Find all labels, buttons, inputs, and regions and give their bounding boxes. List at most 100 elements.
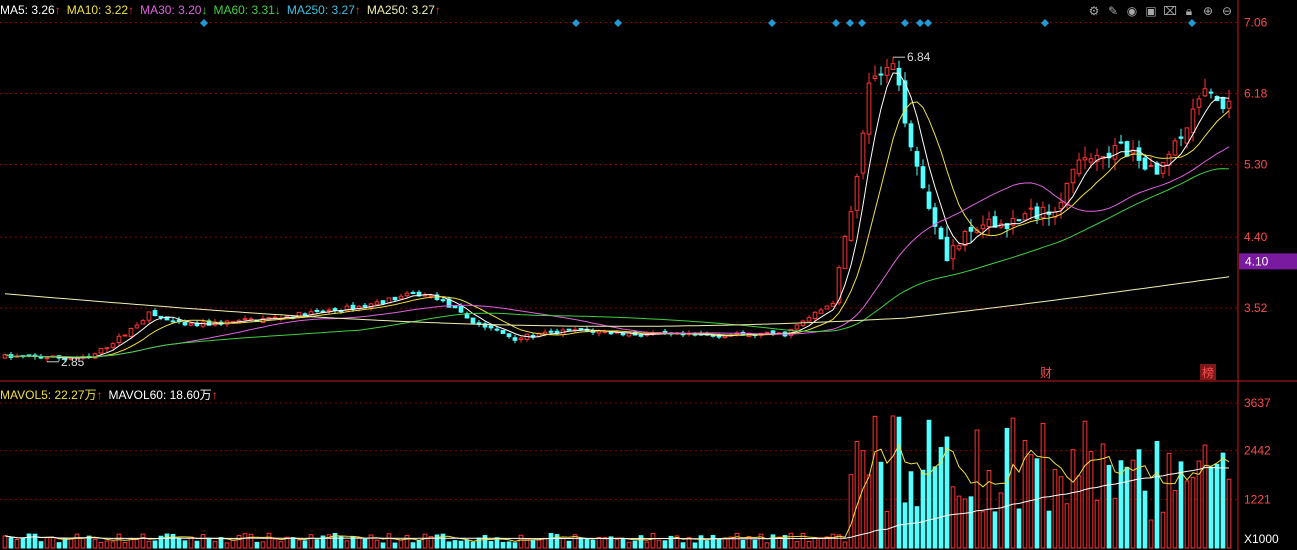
volume-bar [626,541,632,549]
candle-body [794,324,800,330]
volume-bar [152,540,158,549]
volume-bar [812,537,818,549]
candle-body [314,309,320,312]
lock-icon[interactable]: 🔒︎ [1181,3,1197,19]
volume-bar [56,542,62,549]
legend-item: MA5: 3.26↑ [0,3,61,17]
volume-bar [1124,466,1130,549]
candle-body [494,328,500,331]
volume-bar [416,540,422,549]
volume-bar [1010,417,1016,549]
high-price-label: 6.84 [907,50,931,64]
volume-bar [1106,464,1112,549]
candle-body [578,328,584,331]
volume-bar [926,419,932,549]
candle-body [992,216,998,228]
candle-body [722,335,728,339]
event-marker-diamond [846,19,854,27]
candle-body [968,226,974,232]
ma5-line [4,72,1230,359]
candle-body [1148,164,1154,167]
volume-bar [1034,458,1040,549]
volume-bar [344,540,350,549]
volume-bar [1088,451,1094,549]
candle-body [812,311,818,320]
volume-bar [20,538,26,549]
volume-bar [44,537,50,549]
volume-bar [818,537,824,549]
volume-bar [1094,499,1100,549]
volume-bar [704,540,710,549]
volume-bar [386,533,392,549]
ma30-line [4,146,1230,358]
volume-bar [1142,490,1148,549]
candle-body [152,310,158,317]
volume-bar [302,540,308,549]
trend-arrow: ↑ [434,3,441,17]
volume-bar [962,498,968,549]
volume-bar [254,541,260,549]
candle-body [890,63,896,71]
candle-body [242,318,248,321]
event-marker-diamond [901,19,909,27]
event-marker-diamond [832,19,840,27]
candle-body [608,331,614,335]
legend-item: MAVOL5: 22.27万↑ [0,388,103,402]
volume-bar [896,416,902,549]
candle-body [986,218,992,228]
event-marker-diamond [858,19,866,27]
annotation-tag: 财 [1040,366,1052,380]
candle-body [326,309,332,312]
candle-body [332,308,338,311]
candle-body [1202,88,1208,97]
volume-bar [1202,444,1208,549]
volume-bar [518,534,524,549]
candle-body [470,317,476,324]
candle-body [920,166,926,189]
candle-body [944,236,950,262]
volume-bar [920,469,926,549]
volume-bar [92,538,98,549]
volume-bar [224,542,230,549]
settings-icon[interactable]: ⚙ [1086,3,1102,19]
candle-body [452,305,458,309]
volume-bar [932,466,938,549]
lock-box-icon[interactable]: ▣ [1143,3,1159,19]
pencil-icon[interactable]: ✎ [1105,3,1121,19]
volume-bar [74,533,80,549]
volume-bar [1112,497,1118,549]
eye-icon[interactable]: ◉ [1124,3,1140,19]
volume-bar [992,511,998,549]
zoom-out-icon[interactable]: ⊖ [1219,3,1235,19]
volume-bar [374,539,380,549]
ma10-line [4,101,1230,358]
volume-bar [560,538,566,549]
candle-body [806,317,812,322]
candlestick-chart[interactable]: 7.06 6.18 5.30 4.40 3.52 4.10 3637 2442 1221 X100… [0,0,1297,550]
event-marker-diamond [572,19,580,27]
candle-body [98,347,104,354]
volume-bar [644,541,650,549]
zoom-in-icon[interactable]: ⊕ [1200,3,1216,19]
volume-ma-legend: MAVOL5: 22.27万↑ MAVOL60: 18.60万↑ [0,386,224,403]
candle-body [404,292,410,297]
volume-bar [218,537,224,549]
volume-bar [110,541,116,549]
volume-bar [590,539,596,549]
candle-body [896,67,902,86]
candle-body [638,334,644,337]
volume-bar [734,532,740,549]
candle-body [926,191,932,209]
crop-icon[interactable]: ⌧ [1162,3,1178,19]
candle-body [566,328,572,331]
volume-bar [362,538,368,549]
volume-bar [1052,468,1058,549]
volume-bar [434,534,440,549]
price-tick-label: 5.30 [1244,158,1268,172]
volume-bar [458,540,464,549]
trend-arrow: ↑ [211,388,218,402]
trend-arrow: ↑ [354,3,361,17]
price-tick-label: 6.18 [1244,87,1268,101]
candle-body [140,320,146,325]
candle-body [908,123,914,148]
